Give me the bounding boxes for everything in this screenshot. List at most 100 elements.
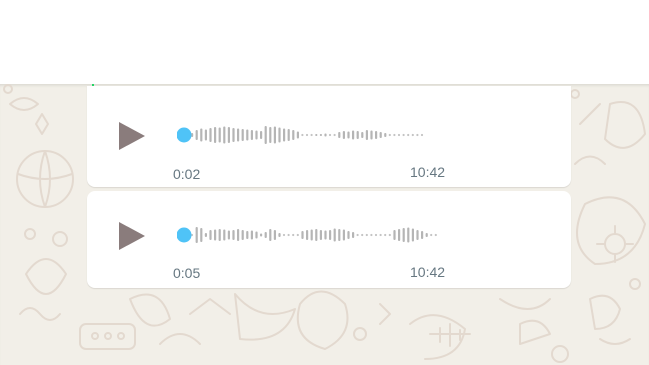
waveform-bar [352,232,355,238]
waveform-bar [342,131,345,139]
audio-waveform[interactable] [177,122,447,148]
waveform-dot [287,233,290,237]
waveform-bar [324,133,327,137]
voice-message-bubble: 0:05 10:42 [87,191,571,288]
waveform-dot [397,133,401,137]
waveform-bar [223,126,226,144]
waveform-bar [287,129,290,141]
waveform-bar [227,230,230,240]
waveform-dot [310,133,313,137]
waveform-bar [214,229,217,241]
waveform-bar [246,129,249,141]
message-time: 10:42 [410,264,446,280]
message-time: 10:42 [410,164,446,180]
waveform-bar [269,127,272,143]
waveform-bar [319,134,322,136]
waveform-dot [374,233,378,237]
progress-dot[interactable] [177,127,192,143]
waveform-dot [365,233,368,237]
waveform-bar [269,229,272,241]
waveform-bar [402,228,405,242]
waveform-bar [306,230,309,240]
waveform-bar [283,128,286,142]
waveform-bar [214,127,217,143]
waveform-bar [260,131,263,139]
waveform-bar [324,230,327,240]
waveform-dot [328,133,332,137]
waveform-bar [352,130,355,140]
waveform-bar [411,228,414,242]
waveform-bar [338,229,341,241]
header-area [0,0,649,84]
waveform-dot [296,233,299,237]
waveform-bar [338,132,341,138]
waveform-bar [315,229,318,241]
waveform-bar [278,127,281,143]
waveform-bar [370,130,373,140]
voice-duration: 0:05 [173,265,201,281]
waveform-bar [315,134,318,136]
waveform-dot [388,133,391,137]
waveform-dot [420,133,424,137]
waveform-bar [200,128,203,142]
waveform-bar [421,231,424,239]
waveform-dot [416,133,419,137]
waveform-bar [250,130,253,140]
waveform-bar [195,227,198,243]
waveform-bar [342,229,345,241]
waveform-bar [260,233,263,237]
play-button[interactable] [116,219,148,253]
waveform-bar [393,230,396,240]
waveform-bar [347,231,350,239]
voice-message-bubble: 0:02 10:42 [87,86,571,187]
progress-dot[interactable] [177,227,192,243]
waveform-dot [356,233,359,237]
waveform-bar [347,131,350,139]
waveform-bar [237,229,240,241]
audio-waveform[interactable] [177,222,447,248]
waveform-dot [292,233,295,237]
waveform-bar [319,230,322,240]
waveform-dot [379,233,382,237]
waveform-dot [388,233,391,237]
waveform-bar [264,232,267,238]
waveform-bar [255,231,258,239]
waveform-bar [273,126,276,144]
waveform-bar [232,230,235,240]
waveform-bar [246,231,249,239]
waveform-bar [264,126,267,144]
waveform-dot [430,233,433,237]
waveform-bar [333,228,336,242]
waveform-bar [200,228,203,242]
waveform-bar [227,127,230,143]
waveform-bar [425,233,428,237]
waveform-bar [278,233,281,237]
waveform-bar [375,131,378,139]
waveform-bar [407,227,410,243]
waveform-bar [223,229,226,241]
waveform-dot [411,133,414,137]
play-icon [119,222,145,250]
voice-duration: 0:02 [173,166,201,182]
waveform-bar [255,130,258,140]
waveform-bar [356,131,359,139]
waveform-bar [204,129,207,141]
waveform-dot [361,233,364,237]
waveform-bar [218,229,221,241]
waveform-bar [292,130,295,140]
waveform-bar [296,131,299,139]
waveform-dot [370,233,373,237]
waveform-bar [195,130,198,140]
waveform-dot [333,133,336,137]
waveform-dot [402,133,405,137]
waveform-bar [241,129,244,141]
waveform-bar [398,229,401,241]
waveform-bar [241,230,244,240]
waveform-dot [393,133,396,137]
waveform-dot [384,233,387,237]
waveform-bar [416,230,419,240]
play-button[interactable] [116,119,148,153]
waveform-bar [301,231,304,239]
waveform-bar [273,230,276,240]
waveform-bar [232,128,235,142]
